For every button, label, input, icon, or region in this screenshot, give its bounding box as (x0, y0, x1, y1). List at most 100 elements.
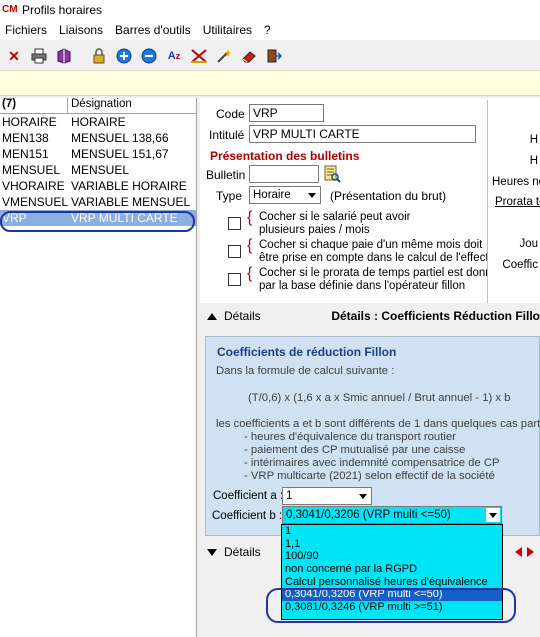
details-bar[interactable]: Détails Détails : Coefficients Réduction… (200, 303, 540, 329)
code-label: Code (216, 107, 245, 121)
row-code: MEN138 (2, 131, 49, 145)
side-label-3: Heures no (492, 176, 540, 188)
brace-icon: { (247, 237, 253, 254)
book-icon[interactable] (53, 45, 75, 67)
prev-arrow-icon[interactable] (515, 547, 522, 557)
fillon-case: - paiement des CP mutualisé par une cais… (244, 444, 466, 456)
type-select-value: Horaire (253, 189, 291, 201)
list-header: (7) Désignation (0, 98, 196, 114)
effectif-checkbox[interactable] (228, 245, 241, 258)
dropdown-option[interactable]: 0,3081/0,3246 (VRP multi >=51) (282, 601, 502, 614)
row-code: HORAIRE (2, 115, 57, 129)
prorata-checkbox[interactable] (228, 273, 241, 286)
coef-b-dropdown[interactable]: 1 1,1 100/90 non concerné par la RGPD Ca… (281, 524, 503, 620)
row-code: VRP (2, 211, 27, 225)
bulletin-label: Bulletin (206, 168, 246, 182)
side-label-5: Jou (519, 238, 538, 250)
side-label-2: H (529, 155, 538, 167)
delete-icon[interactable]: ✕ (3, 45, 25, 67)
info-strip (0, 70, 540, 96)
row-code: VMENSUEL (2, 195, 69, 209)
title-bar: CM Profils horaires (0, 0, 540, 20)
list-item-selected[interactable]: VRP VRP MULTI CARTE (0, 210, 196, 226)
collapse-up-icon[interactable] (207, 312, 217, 320)
list-item[interactable]: MENSUEL MENSUEL (0, 162, 196, 178)
menu-utilitaires[interactable]: Utilitaires (198, 23, 259, 37)
fillon-case: - intérimaires avec indemnité compensatr… (244, 457, 500, 469)
coef-b-select[interactable]: 0,3041/0,3206 (VRP multi <=50) (282, 506, 502, 524)
dropdown-option[interactable]: Calcul personnalisé heures d'équivalence (282, 576, 502, 589)
row-code: VHORAIRE (2, 179, 65, 193)
row-designation: VARIABLE HORAIRE (71, 179, 187, 193)
side-link-prorata[interactable]: Prorata te (495, 196, 540, 208)
row-code: MENSUEL (2, 163, 61, 177)
lock-icon[interactable] (88, 45, 110, 67)
print-icon[interactable] (28, 45, 50, 67)
check-text-2: Cocher si chaque paie d'un même mois doi… (259, 239, 495, 264)
dropdown-option[interactable]: 100/90 (282, 550, 502, 563)
sort-az-icon[interactable]: Az (163, 45, 185, 67)
row-designation: MENSUEL 138,66 (71, 131, 169, 145)
details-label[interactable]: Détails (224, 309, 261, 323)
next-arrow-icon[interactable] (527, 547, 534, 557)
coef-a-value: 1 (286, 490, 293, 502)
count-header[interactable]: (7) (0, 98, 68, 113)
wand-icon[interactable] (213, 45, 235, 67)
list-item[interactable]: MEN138 MENSUEL 138,66 (0, 130, 196, 146)
exit-icon[interactable] (263, 45, 285, 67)
type-label: Type (216, 189, 243, 203)
fillon-case: - heures d'équivalence du transport rout… (244, 431, 456, 443)
row-designation: HORAIRE (71, 115, 126, 129)
chevron-down-icon[interactable] (486, 508, 500, 522)
bulletin-search-icon[interactable] (323, 165, 341, 183)
check-text-3: Cocher si le prorata de temps partiel es… (259, 267, 499, 292)
eraser-icon[interactable] (238, 45, 260, 67)
row-designation: VRP MULTI CARTE (71, 211, 178, 225)
dropdown-option-highlighted[interactable]: 0,3041/0,3206 (VRP multi <=50) (282, 588, 502, 602)
check-text-1: Cocher si le salarié peut avoir plusieurs… (259, 211, 411, 236)
list-item[interactable]: MEN151 MENSUEL 151,67 (0, 146, 196, 162)
row-designation: MENSUEL (71, 163, 130, 177)
multi-paie-checkbox[interactable] (228, 217, 241, 230)
bulletin-field[interactable] (249, 165, 319, 183)
toolbar: ✕ Az (0, 42, 540, 70)
list-item[interactable]: VMENSUEL VARIABLE MENSUEL (0, 194, 196, 210)
list-item[interactable]: VHORAIRE VARIABLE HORAIRE (0, 178, 196, 194)
list-item[interactable]: HORAIRE HORAIRE (0, 114, 196, 130)
type-select[interactable]: Horaire (249, 186, 321, 204)
fillon-formula: (T/0,6) x (1,6 x a x Smic annuel / Brut … (248, 392, 511, 404)
dropdown-option[interactable]: 1,1 (282, 538, 502, 551)
menu-help[interactable]: ? (259, 23, 278, 37)
designation-header[interactable]: Désignation (68, 98, 132, 113)
app-logo-icon: CM (2, 4, 18, 15)
menu-fichiers[interactable]: Fichiers (0, 23, 54, 37)
code-field[interactable]: VRP (249, 104, 324, 122)
remove-icon[interactable] (138, 45, 160, 67)
expand-down-icon[interactable] (207, 548, 217, 556)
side-label-6: Coeffic (502, 259, 538, 271)
side-label-1: H (529, 134, 538, 146)
row-designation: VARIABLE MENSUEL (71, 195, 191, 209)
menu-liaisons[interactable]: Liaisons (54, 23, 110, 37)
profile-list[interactable]: (7) Désignation HORAIRE HORAIRE MEN138 MEN… (0, 98, 197, 637)
dropdown-option[interactable]: non concerné par la RGPD (282, 563, 502, 576)
brace-icon: { (247, 265, 253, 282)
fillon-intro: Dans la formule de calcul suivante : (216, 365, 395, 377)
chevron-down-icon[interactable] (305, 188, 319, 202)
cross-tool-icon[interactable] (188, 45, 210, 67)
menu-barres-outils[interactable]: Barres d'outils (110, 23, 198, 37)
brace-icon: { (247, 209, 253, 226)
intitule-field[interactable]: VRP MULTI CARTE (249, 125, 476, 143)
coef-b-label: Coefficient b : (212, 510, 283, 522)
dropdown-option[interactable]: 1 (282, 525, 502, 538)
coef-b-value: 0,3041/0,3206 (VRP multi <=50) (286, 509, 451, 521)
intitule-label: Intitulé (209, 128, 245, 142)
details-label-2[interactable]: Détails (224, 545, 261, 559)
details-title: Détails : Coefficients Réduction Fillo (331, 309, 540, 323)
coef-a-select[interactable]: 1 (282, 487, 372, 505)
type-note: (Présentation du brut) (330, 189, 447, 203)
add-icon[interactable] (113, 45, 135, 67)
presentation-title: Présentation des bulletins (210, 149, 360, 163)
chevron-down-icon[interactable] (356, 489, 370, 503)
fillon-cases-intro: les coefficients a et b sont différents … (216, 418, 540, 430)
